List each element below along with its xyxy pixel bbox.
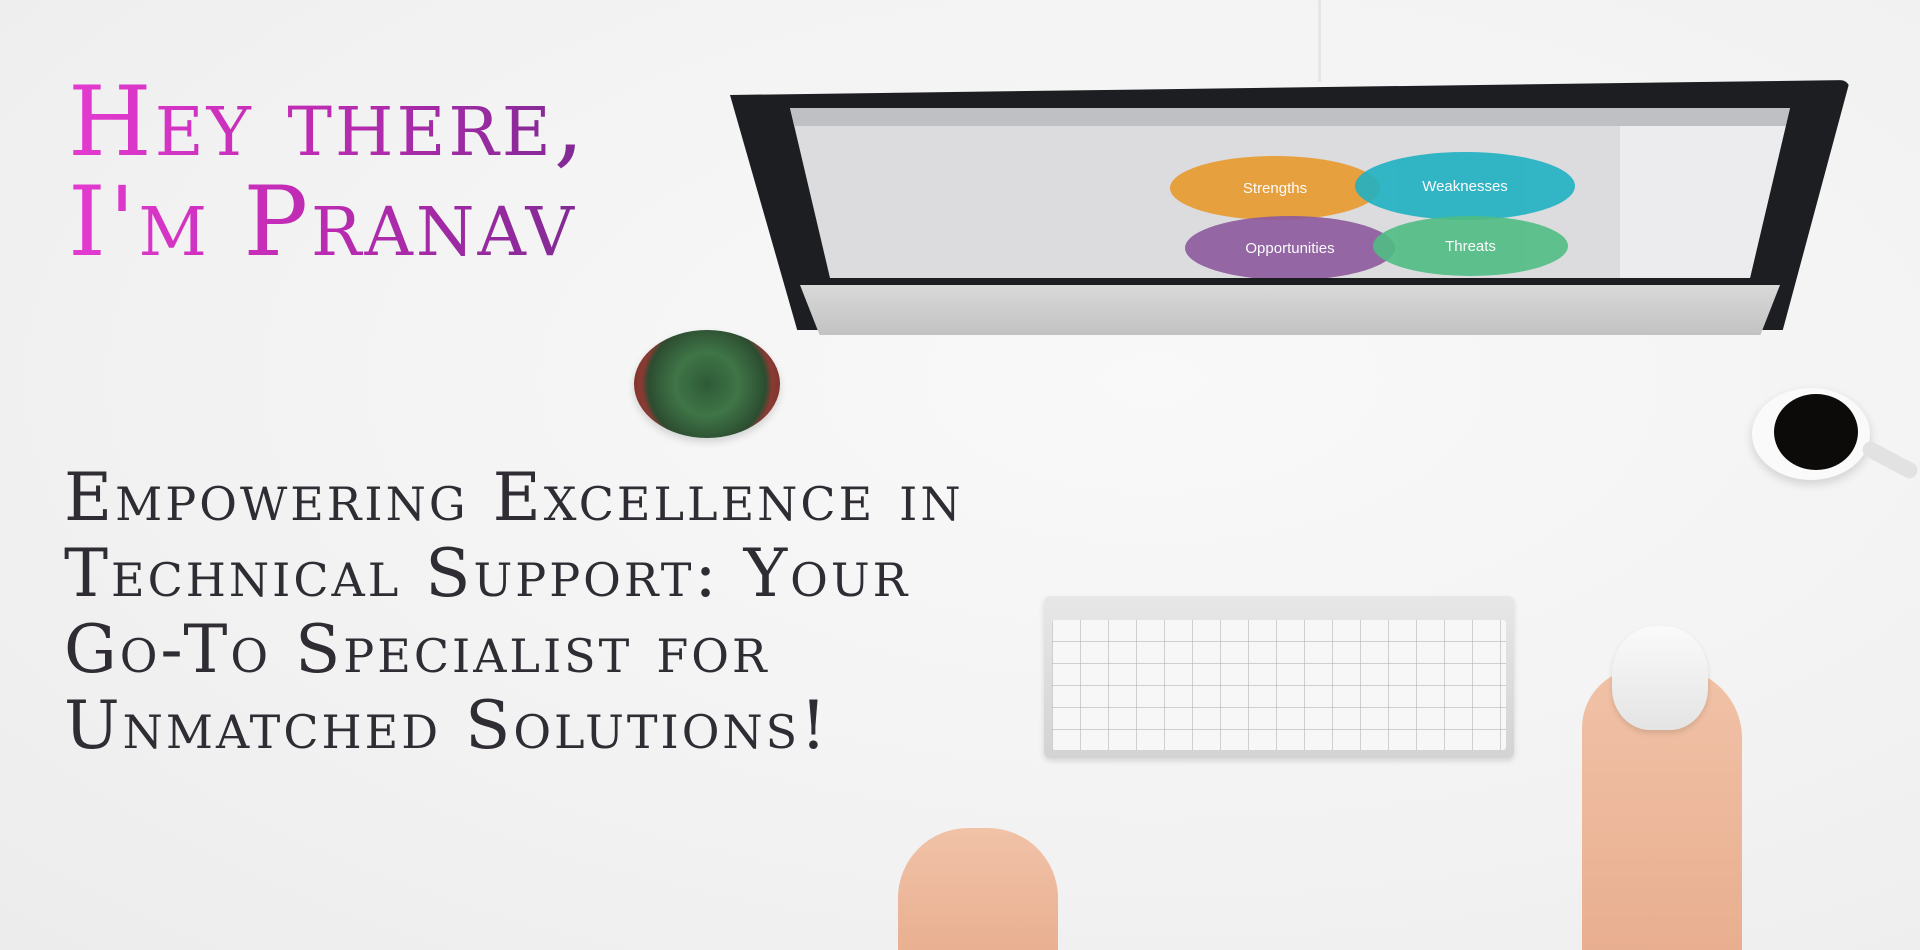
swot-weaknesses-label: Weaknesses bbox=[1422, 177, 1508, 195]
swot-threats-label: Threats bbox=[1445, 237, 1496, 255]
swot-opportunities-label: Opportunities bbox=[1245, 239, 1335, 257]
swot-strengths-label: Strengths bbox=[1242, 179, 1308, 197]
monitor-cable bbox=[1318, 0, 1321, 82]
swot-strengths-bubble: Strengths bbox=[1170, 156, 1380, 220]
coffee-cup-handle bbox=[1859, 438, 1920, 482]
mouse-image bbox=[1612, 626, 1708, 730]
swot-weaknesses-bubble: Weaknesses bbox=[1355, 152, 1575, 220]
succulent-plant-image bbox=[634, 330, 780, 438]
hero-greeting: Hey there, I'm Pranav bbox=[68, 72, 587, 272]
keyboard-keys bbox=[1052, 620, 1506, 750]
monitor-screen: Strengths Weaknesses Opportunities Threa… bbox=[790, 108, 1790, 278]
hero-tagline: Empowering Excellence in Technical Suppo… bbox=[64, 459, 964, 764]
greeting-line-2: I'm Pranav bbox=[68, 166, 577, 278]
desktop-monitor-image: Strengths Weaknesses Opportunities Threa… bbox=[730, 80, 1850, 335]
swot-opportunities-bubble: Opportunities bbox=[1185, 216, 1395, 278]
hero-banner: Strengths Weaknesses Opportunities Threa… bbox=[0, 0, 1920, 950]
monitor-chin bbox=[800, 285, 1780, 335]
keyboard-image bbox=[1044, 596, 1514, 758]
coffee-cup-image bbox=[1752, 388, 1870, 480]
screen-toolbar bbox=[790, 108, 1790, 126]
greeting-line-1: Hey there, bbox=[68, 66, 588, 178]
swot-threats-bubble: Threats bbox=[1373, 216, 1568, 276]
left-hand-image bbox=[898, 828, 1058, 950]
